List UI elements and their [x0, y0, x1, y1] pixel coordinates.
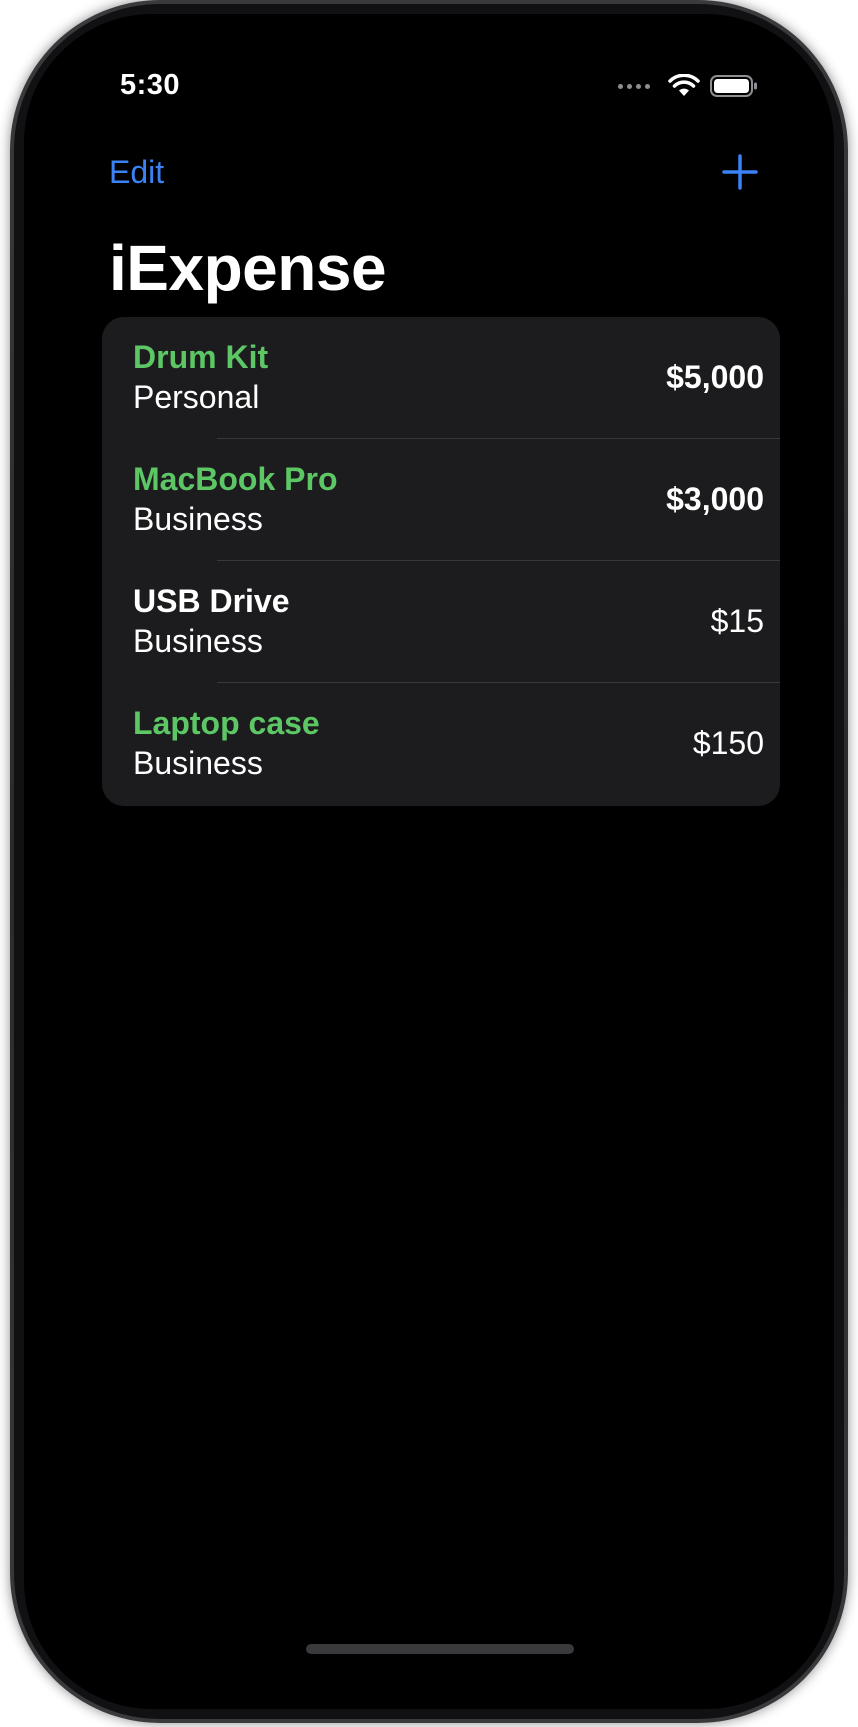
battery-icon — [710, 75, 757, 97]
status-time: 5:30 — [120, 69, 181, 101]
list-item[interactable]: MacBook Pro Business $3,000 — [102, 439, 780, 561]
expense-type: Business — [133, 501, 263, 537]
expense-type: Personal — [133, 379, 260, 415]
expense-name: Laptop case — [133, 705, 320, 741]
expense-name: USB Drive — [133, 583, 290, 619]
home-indicator[interactable] — [306, 1644, 574, 1654]
expense-type: Business — [133, 623, 263, 659]
screen: 5:30 Edit iExpense Drum Kit Personal $5,… — [24, 14, 834, 1709]
list-item[interactable]: USB Drive Business $15 — [102, 561, 780, 683]
expense-type: Business — [133, 745, 263, 781]
expense-list: Drum Kit Personal $5,000 MacBook Pro Bus… — [102, 317, 780, 806]
list-item[interactable]: Laptop case Business $150 — [102, 683, 780, 805]
expense-amount: $150 — [692, 725, 764, 761]
edit-button[interactable]: Edit — [109, 154, 164, 191]
plus-icon[interactable] — [720, 152, 760, 192]
expense-amount: $15 — [710, 603, 764, 639]
list-item[interactable]: Drum Kit Personal $5,000 — [102, 317, 780, 439]
page-title: iExpense — [109, 232, 387, 304]
device-frame: 5:30 Edit iExpense Drum Kit Personal $5,… — [10, 0, 848, 1723]
expense-name: Drum Kit — [133, 339, 269, 375]
wifi-icon — [668, 74, 700, 96]
status-icons — [618, 74, 758, 98]
expense-name: MacBook Pro — [133, 461, 338, 497]
expense-amount: $3,000 — [666, 481, 764, 517]
expense-amount: $5,000 — [666, 359, 764, 395]
cellular-dots-icon — [618, 83, 650, 89]
